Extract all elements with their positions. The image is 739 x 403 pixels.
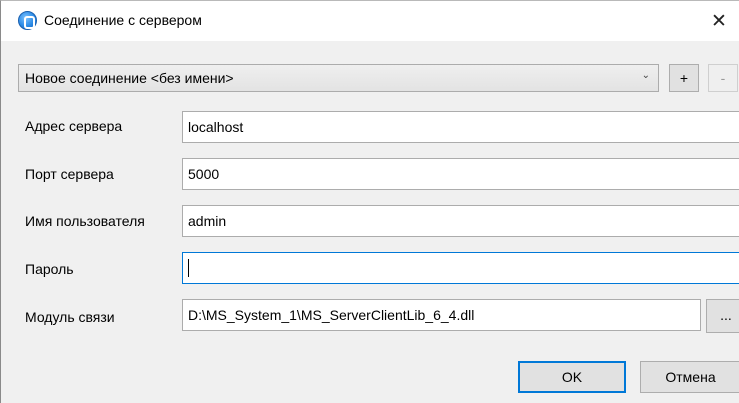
browse-button[interactable]: ... [706,299,739,333]
text-caret [188,259,189,277]
comm-module-value: D:\MS_System_1\MS_ServerClientLib_6_4.dl… [188,307,475,323]
password-field[interactable] [182,252,739,284]
server-port-label: Порт сервера [25,166,114,182]
username-label: Имя пользователя [25,213,145,229]
connection-select-value: Новое соединение <без имени> [25,70,234,86]
cancel-button[interactable]: Отмена [640,361,739,393]
connection-dialog: Соединение с сервером ✕ Новое соединение… [0,0,739,403]
server-port-field[interactable]: 5000 [182,158,739,190]
password-label: Пароль [25,261,74,277]
server-address-value: localhost [188,119,244,135]
server-port-value: 5000 [188,166,220,182]
app-connection-icon [18,11,37,30]
close-icon[interactable]: ✕ [711,5,739,37]
ok-button[interactable]: OK [518,361,626,393]
comm-module-label: Модуль связи [25,309,115,325]
username-field[interactable]: admin [182,205,739,237]
window-title: Соединение с сервером [44,12,202,28]
comm-module-field[interactable]: D:\MS_System_1\MS_ServerClientLib_6_4.dl… [182,299,701,331]
add-connection-button[interactable]: + [669,64,699,92]
remove-connection-button[interactable]: - [708,64,738,92]
server-address-field[interactable]: localhost [182,111,739,143]
connection-select[interactable]: Новое соединение <без имени> ⌄ [18,64,659,92]
chevron-down-icon[interactable]: ⌄ [642,70,650,81]
username-value: admin [188,213,227,229]
server-address-label: Адрес сервера [25,118,123,134]
title-bar: Соединение с сервером ✕ [1,1,739,41]
